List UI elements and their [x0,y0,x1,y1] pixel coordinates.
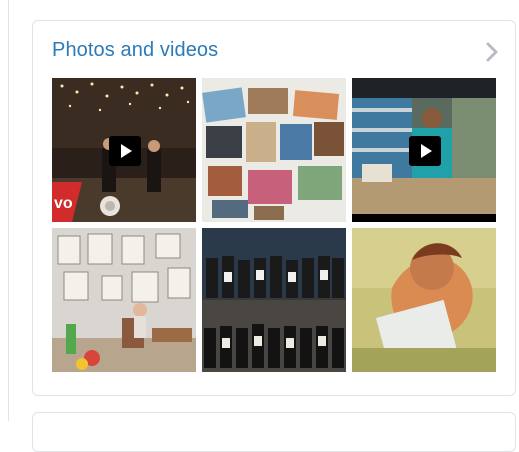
next-card [32,412,516,452]
play-icon[interactable] [409,136,441,166]
media-thumbnail-photo-2[interactable] [202,78,346,222]
media-thumbnail-video-3[interactable] [352,78,496,222]
svg-text:vo: vo [54,195,73,212]
media-thumbnail-photo-5[interactable] [202,228,346,372]
play-icon[interactable] [109,136,141,166]
chevron-right-icon[interactable] [483,41,501,63]
card-title[interactable]: Photos and videos [52,39,218,62]
media-thumbnail-photo-6[interactable] [352,228,496,372]
media-thumbnail-video-1[interactable]: vo [52,78,196,222]
media-thumbnail-photo-4[interactable] [52,228,196,372]
page-divider [8,0,9,421]
photos-videos-card: Photos and videos vo [32,20,516,396]
